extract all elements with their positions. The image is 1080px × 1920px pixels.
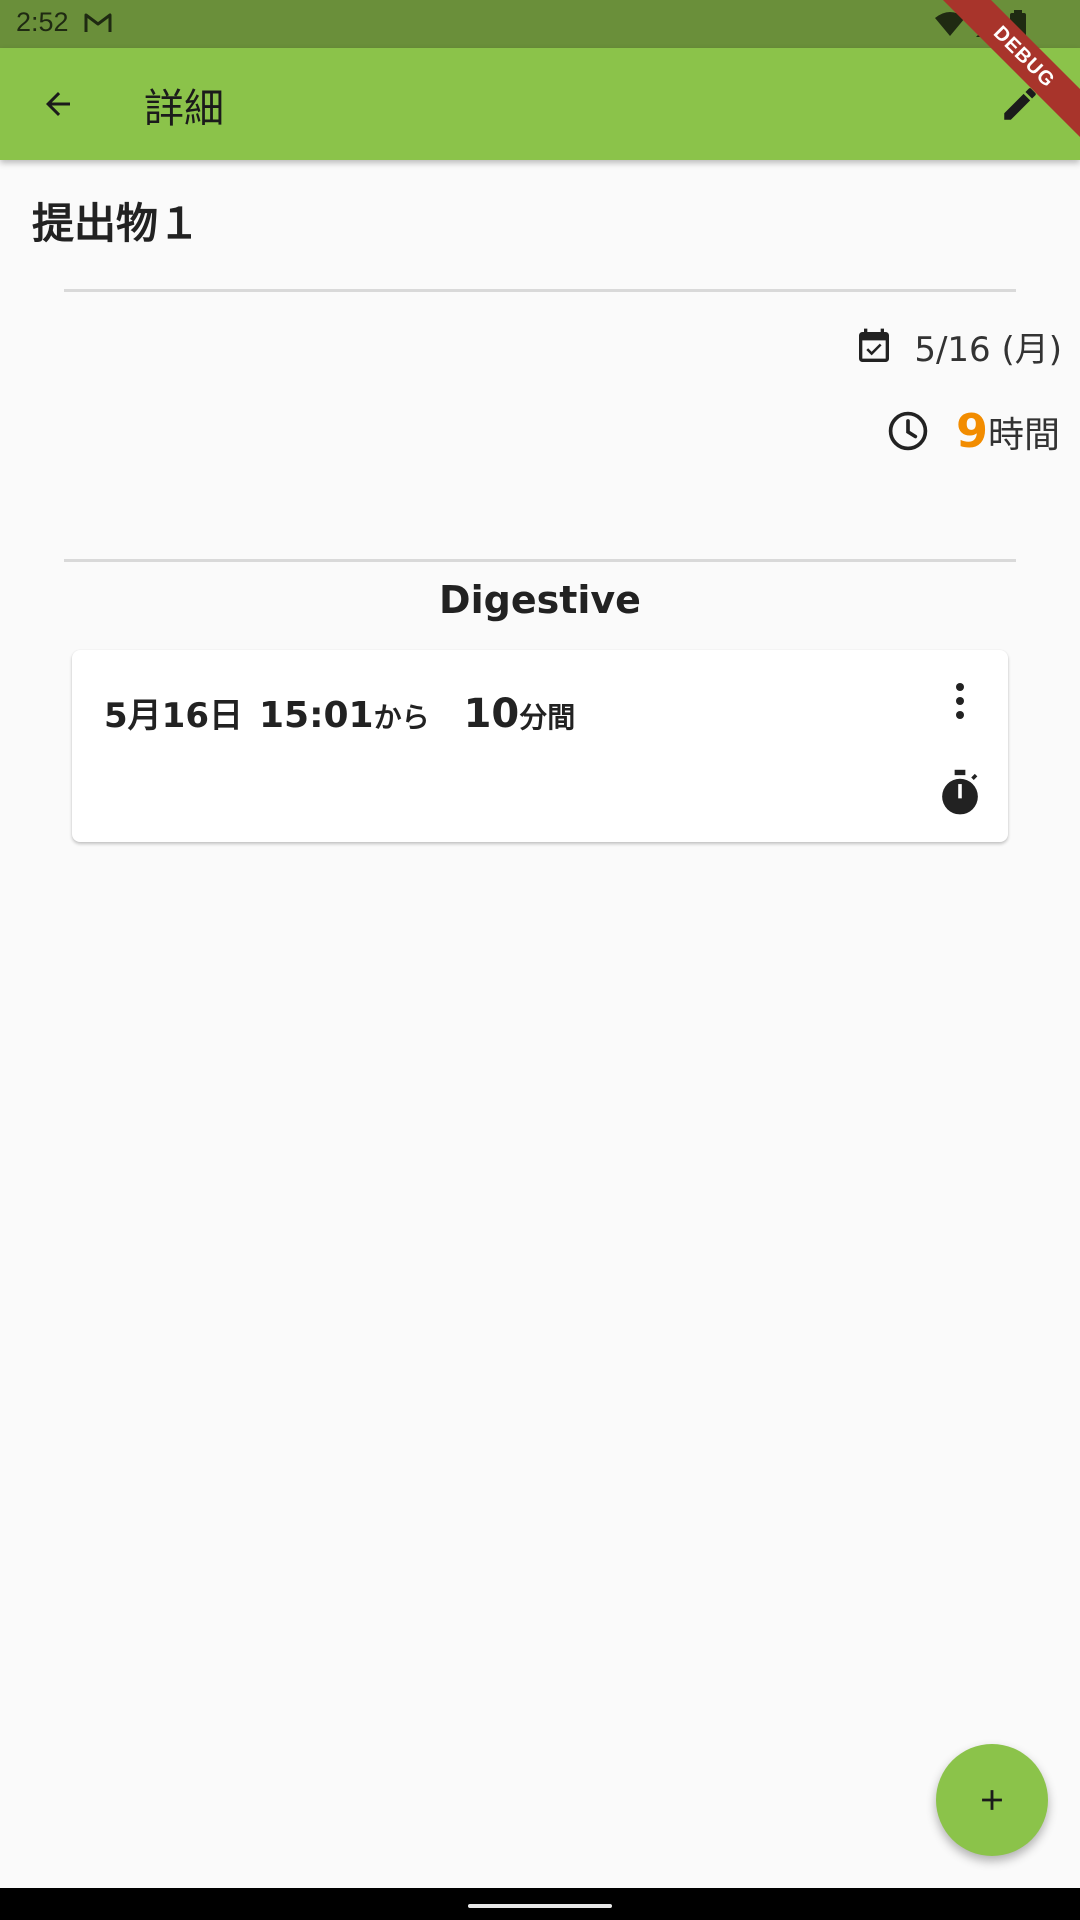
home-gesture-handle[interactable] <box>468 1904 612 1908</box>
session-from-label: から <box>373 701 430 734</box>
hours-value: 9 <box>955 404 988 458</box>
due-date-row: 5/16 (月) <box>854 322 1062 371</box>
back-button[interactable] <box>28 74 88 134</box>
screen: 2:52 詳細 DEBUG 提出物１ 5/16 (月) 9時間 Digestiv… <box>0 0 1080 1920</box>
hours-unit: 時間 <box>987 415 1060 456</box>
session-duration: 10 <box>463 691 520 737</box>
navigation-bar <box>0 1888 1080 1920</box>
hours-display: 9時間 <box>956 404 1060 458</box>
app-bar: 詳細 <box>0 48 1080 160</box>
session-start-time: 15:01 <box>258 695 374 736</box>
due-date-text: 5/16 (月) <box>914 330 1062 370</box>
stopwatch-icon[interactable] <box>938 768 982 818</box>
section-title: Digestive <box>439 578 641 622</box>
page-title: 提出物１ <box>32 199 201 248</box>
gmail-icon <box>84 13 112 32</box>
session-date: 5月16日 <box>104 696 243 736</box>
session-summary: 5月16日 15:01 から 10 分間 <box>104 688 575 737</box>
status-time: 2:52 <box>16 7 69 37</box>
add-session-button[interactable] <box>936 1744 1048 1856</box>
more-vert-icon <box>956 683 964 719</box>
plus-icon <box>982 1790 1002 1810</box>
status-bar: 2:52 <box>0 0 1080 48</box>
arrow-back-icon <box>46 92 70 116</box>
divider-top <box>64 289 1016 292</box>
more-options-button[interactable] <box>940 676 980 726</box>
app-bar-title: 詳細 <box>144 86 224 132</box>
session-card[interactable]: 5月16日 15:01 から 10 分間 <box>72 650 1008 842</box>
divider-bottom <box>64 559 1016 562</box>
clock-icon <box>888 411 928 451</box>
calendar-check-icon <box>859 328 890 362</box>
hours-row: 9時間 <box>886 404 1060 458</box>
session-duration-unit: 分間 <box>519 701 576 734</box>
